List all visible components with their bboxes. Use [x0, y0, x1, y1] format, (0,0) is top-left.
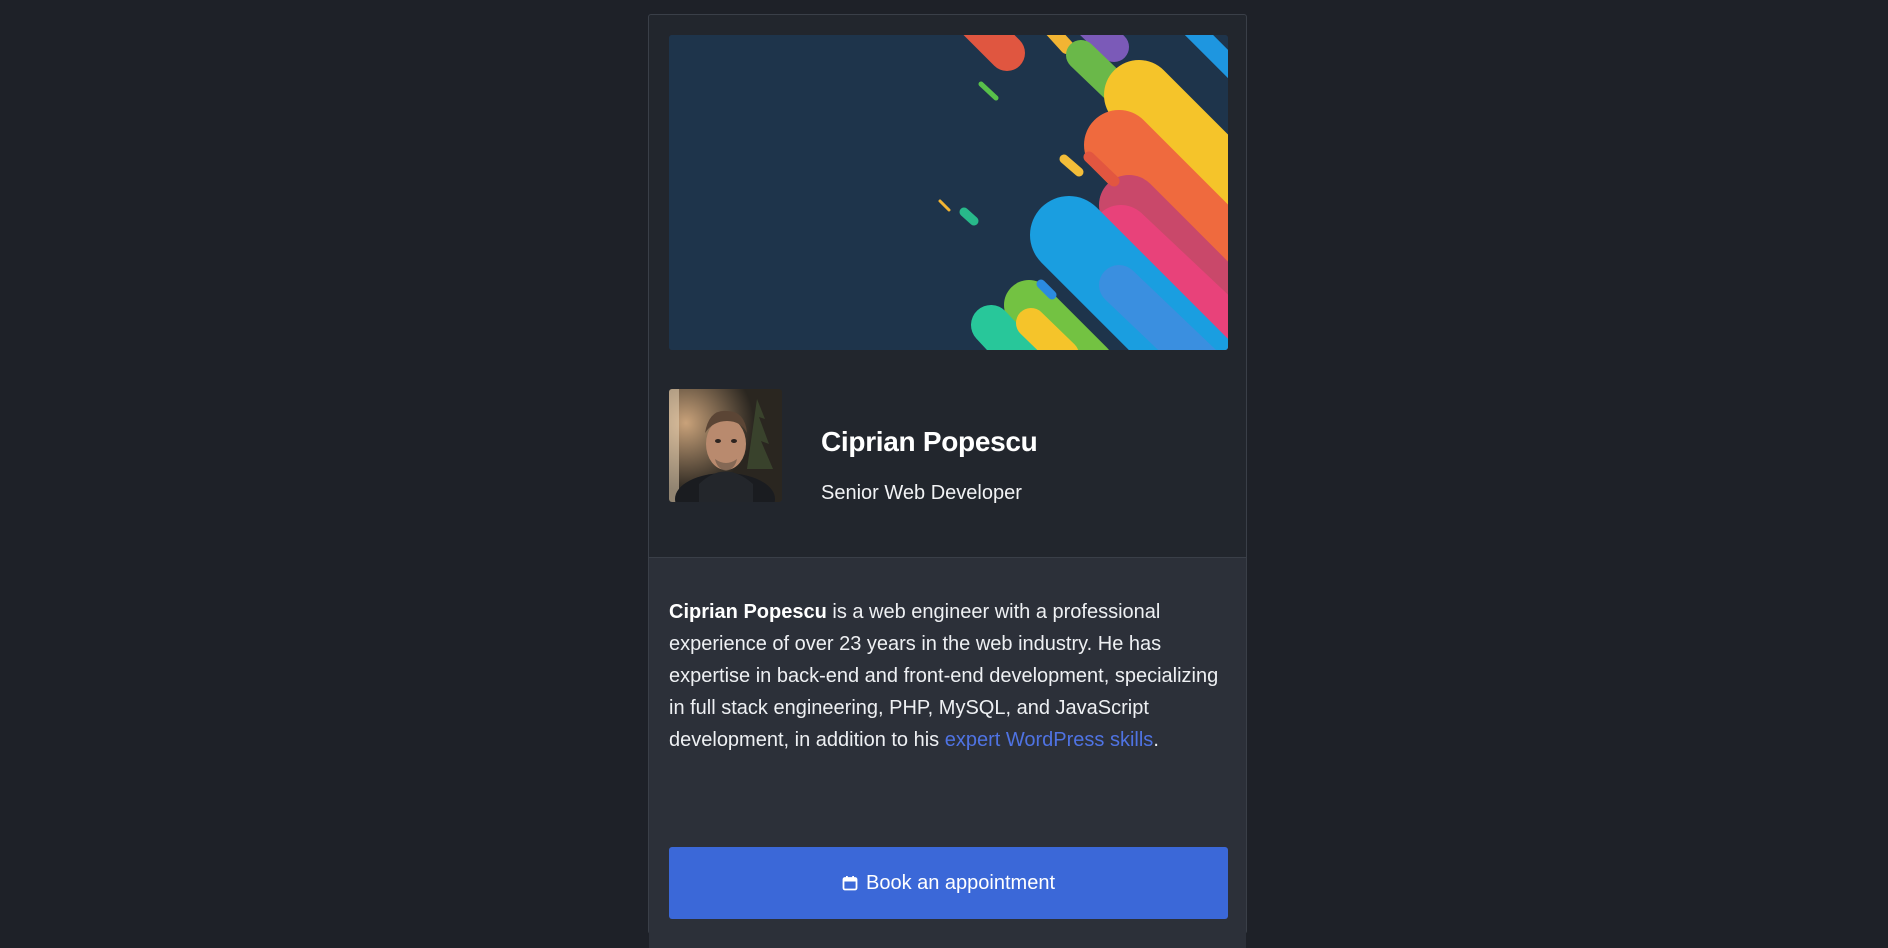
book-appointment-label: Book an appointment: [865, 871, 1056, 894]
avatar: [669, 389, 782, 502]
book-appointment-button[interactable]: Book an appointment: [669, 847, 1228, 919]
person-photo-icon: [669, 389, 782, 502]
profile-name: Ciprian Popescu: [821, 426, 1038, 457]
profile-role: Senior Web Developer: [821, 482, 1022, 504]
bio-text-part2: .: [1153, 729, 1159, 751]
profile-header: Ciprian Popescu Senior Web Developer: [649, 350, 1246, 558]
banner-image: [669, 35, 1228, 350]
bio-text: Ciprian Popescu is a web engineer with a…: [669, 596, 1228, 756]
bio-name: Ciprian Popescu: [669, 601, 827, 623]
profile-card: Ciprian Popescu Senior Web Developer Cip…: [648, 14, 1247, 948]
banner-artwork: [669, 35, 1228, 350]
calendar-icon: [842, 876, 858, 891]
about-section: Ciprian Popescu is a web engineer with a…: [649, 558, 1246, 948]
wordpress-skills-link[interactable]: expert WordPress skills: [945, 729, 1154, 751]
